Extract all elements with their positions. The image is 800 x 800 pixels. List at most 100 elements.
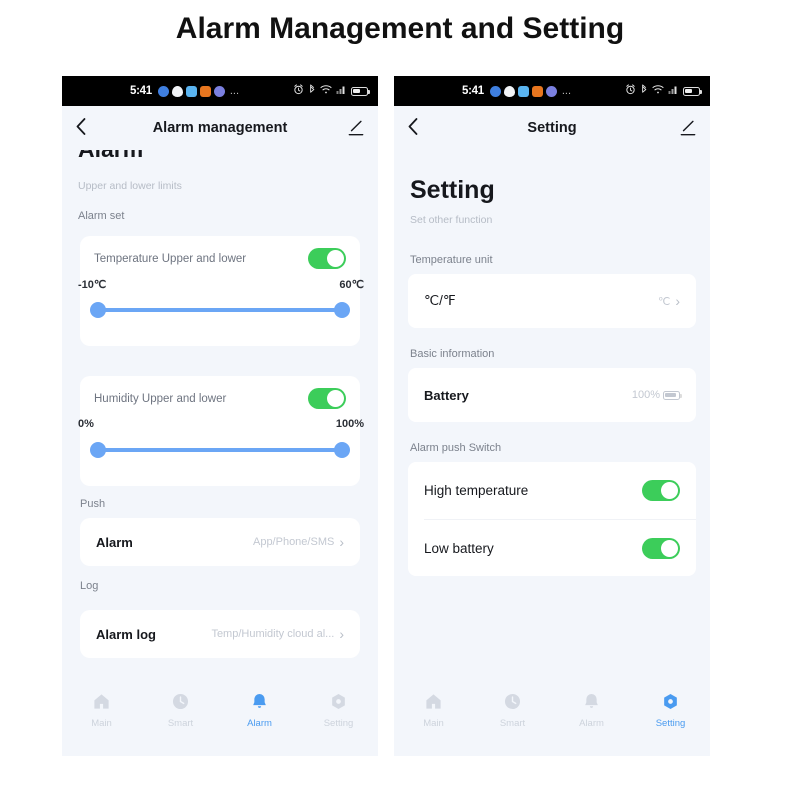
label-humidity-upper-lower: Humidity Upper and lower bbox=[94, 393, 227, 405]
row-alarm-push[interactable]: Alarm App/Phone/SMS › bbox=[80, 518, 360, 566]
row-temperature-unit[interactable]: ℃/℉ ℃ › bbox=[408, 274, 696, 328]
back-button[interactable] bbox=[76, 117, 98, 139]
orange-app-icon bbox=[199, 85, 211, 97]
row-value-text: App/Phone/SMS bbox=[252, 536, 335, 548]
section-label-log: Log bbox=[80, 580, 99, 592]
nav-title-alarm-management: Alarm management bbox=[152, 120, 288, 136]
bell-icon bbox=[582, 692, 601, 711]
chevron-right-icon: › bbox=[675, 293, 680, 309]
section-label-alarm-push-switch: Alarm push Switch bbox=[410, 442, 502, 454]
battery-icon bbox=[683, 86, 702, 96]
row-value-text: Temp/Humidity cloud al... bbox=[211, 628, 335, 640]
section-label-basic-information: Basic information bbox=[410, 348, 495, 360]
tab-alarm[interactable]: Alarm bbox=[220, 692, 299, 729]
section-label-push: Push bbox=[80, 498, 106, 510]
cloud-icon bbox=[517, 85, 529, 97]
tab-smart[interactable]: Smart bbox=[473, 692, 552, 729]
row-title-high-temperature: High temperature bbox=[424, 482, 529, 498]
slider-track-humidity bbox=[98, 448, 342, 452]
bottom-tab-bar-left: Main Smart Alarm Setting bbox=[62, 678, 378, 756]
water-drop-icon bbox=[503, 85, 515, 97]
tab-label-smart: Smart bbox=[167, 718, 194, 729]
toggle-low-battery[interactable] bbox=[642, 537, 680, 559]
section-label-alarm-set: Alarm set bbox=[78, 210, 125, 222]
row-value-alarm-log: Temp/Humidity cloud al... › bbox=[211, 627, 344, 641]
water-drop-icon bbox=[171, 85, 183, 97]
clock-icon bbox=[171, 692, 190, 711]
slider-handle-humidity-max[interactable] bbox=[334, 442, 350, 458]
chevron-right-icon: › bbox=[339, 534, 344, 550]
subtitle-set-other-function: Set other function bbox=[410, 214, 493, 226]
status-overflow-icon: ... bbox=[229, 85, 239, 97]
slider-track-temperature bbox=[98, 308, 342, 312]
globe-icon bbox=[213, 85, 225, 97]
tab-main[interactable]: Main bbox=[62, 692, 141, 729]
tab-label-smart: Smart bbox=[499, 718, 526, 729]
tab-setting[interactable]: Setting bbox=[631, 692, 710, 729]
pencil-edit-icon[interactable] bbox=[342, 120, 364, 136]
row-title-low-battery: Low battery bbox=[424, 540, 494, 556]
status-bar-time: 5:41 bbox=[130, 85, 152, 97]
card-alarm-push-switch: High temperature Low battery bbox=[408, 462, 696, 576]
row-low-battery[interactable]: Low battery bbox=[408, 520, 696, 576]
row-high-temperature[interactable]: High temperature bbox=[408, 462, 696, 518]
phone-screen-alarm-management: 5:41 ... Alarm management Upper and lowe… bbox=[62, 76, 378, 756]
tab-label-setting: Setting bbox=[323, 718, 354, 729]
slider-handle-temperature-min[interactable] bbox=[90, 302, 106, 318]
card-humidity-limits[interactable]: Humidity Upper and lower 0% 100% bbox=[78, 376, 364, 486]
tab-main[interactable]: Main bbox=[394, 692, 473, 729]
status-bar-left-group: 5:41 ... bbox=[462, 85, 571, 97]
alarm-clock-icon bbox=[293, 84, 304, 98]
bluetooth-icon bbox=[308, 84, 316, 98]
slider-handle-temperature-max[interactable] bbox=[334, 302, 350, 318]
home-icon bbox=[424, 692, 443, 711]
wifi-icon bbox=[320, 84, 332, 98]
pencil-edit-icon[interactable] bbox=[674, 120, 696, 136]
row-battery[interactable]: Battery 100% bbox=[408, 368, 696, 422]
row-title-alarm: Alarm bbox=[96, 534, 133, 550]
slider-handle-humidity-min[interactable] bbox=[90, 442, 106, 458]
temperature-lower-limit-value: -10℃ bbox=[78, 279, 107, 291]
chevron-right-icon: › bbox=[339, 626, 344, 642]
page-root: Alarm Management and Setting 5:41 ... Al… bbox=[0, 0, 800, 800]
tab-alarm[interactable]: Alarm bbox=[552, 692, 631, 729]
battery-icon bbox=[663, 390, 682, 400]
wifi-icon bbox=[652, 84, 664, 98]
row-value-temperature-unit: ℃ › bbox=[658, 294, 680, 308]
blue-circle-icon bbox=[489, 85, 501, 97]
tab-label-main: Main bbox=[423, 718, 444, 729]
bell-icon bbox=[250, 692, 269, 711]
nav-title-setting: Setting bbox=[527, 120, 577, 136]
home-icon bbox=[92, 692, 111, 711]
signal-bars-icon bbox=[336, 84, 347, 98]
status-bar-left-group: 5:41 ... bbox=[130, 85, 239, 97]
page-title: Alarm Management and Setting bbox=[175, 12, 625, 45]
toggle-temperature-alarm[interactable] bbox=[308, 248, 346, 269]
gear-icon bbox=[329, 692, 348, 711]
humidity-upper-limit-value: 100% bbox=[335, 418, 364, 430]
bluetooth-icon bbox=[640, 84, 648, 98]
row-alarm-log[interactable]: Alarm log Temp/Humidity cloud al... › bbox=[80, 610, 360, 658]
tab-setting[interactable]: Setting bbox=[299, 692, 378, 729]
alarm-management-body: Alarm Upper and lower limits Alarm set T… bbox=[62, 150, 378, 708]
bottom-tab-bar-right: Main Smart Alarm Setting bbox=[394, 678, 710, 756]
row-value-battery: 100% bbox=[632, 389, 682, 401]
card-temperature-limits[interactable]: Temperature Upper and lower -10℃ 60℃ bbox=[78, 236, 364, 346]
tab-label-main: Main bbox=[91, 718, 112, 729]
status-bar-left: 5:41 ... bbox=[62, 76, 378, 106]
toggle-high-temperature[interactable] bbox=[642, 479, 680, 501]
tab-label-setting: Setting bbox=[655, 718, 686, 729]
tab-label-alarm: Alarm bbox=[247, 718, 272, 729]
row-title-battery: Battery bbox=[424, 387, 469, 403]
orange-app-icon bbox=[531, 85, 543, 97]
status-bar-right: 5:41 ... bbox=[394, 76, 710, 106]
back-button[interactable] bbox=[408, 117, 430, 139]
humidity-lower-limit-value: 0% bbox=[78, 418, 94, 430]
toggle-humidity-alarm[interactable] bbox=[308, 388, 346, 409]
section-label-temperature-unit: Temperature unit bbox=[410, 254, 493, 266]
label-temperature-upper-lower: Temperature Upper and lower bbox=[94, 253, 247, 265]
slider-humidity-range[interactable] bbox=[90, 442, 350, 458]
status-overflow-icon: ... bbox=[561, 85, 571, 97]
slider-temperature-range[interactable] bbox=[90, 302, 350, 318]
tab-smart[interactable]: Smart bbox=[141, 692, 220, 729]
